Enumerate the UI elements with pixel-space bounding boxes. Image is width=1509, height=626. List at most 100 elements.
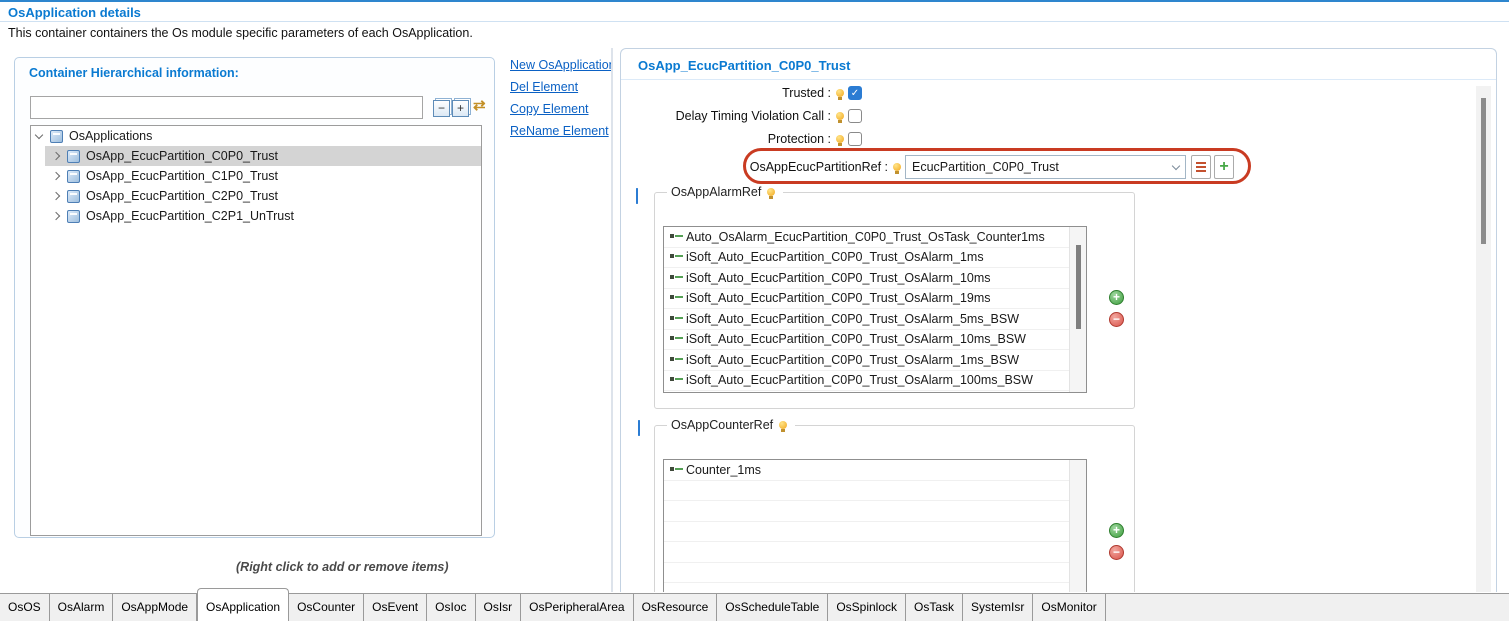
tab-osperipheralarea[interactable]: OsPeripheralArea <box>521 594 633 621</box>
rename-element-link[interactable]: ReName Element <box>510 124 611 139</box>
collapse-all-button[interactable]: − <box>433 100 450 117</box>
tab-osappmode[interactable]: OsAppMode <box>113 594 197 621</box>
tab-osspinlock[interactable]: OsSpinlock <box>828 594 906 621</box>
container-icon <box>67 190 80 203</box>
reference-item-icon <box>670 232 683 242</box>
tree-node-osapp-c0p0[interactable]: OsApp_EcucPartition_C0P0_Trust <box>45 146 481 166</box>
tree-filter-input[interactable] <box>30 96 423 119</box>
list-scrollbar[interactable] <box>1069 227 1086 392</box>
tab-osisr[interactable]: OsIsr <box>476 594 522 621</box>
container-icon <box>67 150 80 163</box>
reference-item-icon <box>670 252 683 262</box>
tree-node-osapp-c1p0[interactable]: OsApp_EcucPartition_C1P0_Trust <box>45 166 481 186</box>
list-item[interactable]: iSoft_Auto_EcucPartition_C0P0_Trust_OsAl… <box>664 309 1069 330</box>
del-element-link[interactable]: Del Element <box>510 80 611 95</box>
counter-ref-list: Counter_1ms <box>663 459 1087 592</box>
list-row-empty <box>664 542 1069 563</box>
alarm-add-button[interactable]: + <box>1109 290 1124 305</box>
list-scrollbar[interactable] <box>1069 460 1086 592</box>
protection-checkbox[interactable] <box>848 132 862 146</box>
container-hierarchy-panel: Container Hierarchical information: − + … <box>14 57 495 538</box>
tree-node-osapp-c2p0[interactable]: OsApp_EcucPartition_C2P0_Trust <box>45 186 481 206</box>
parameter-bulb-icon <box>836 89 844 97</box>
tree-node-label: OsApp_EcucPartition_C2P0_Trust <box>86 189 278 203</box>
chevron-right-icon[interactable] <box>52 212 60 220</box>
panel-splitter[interactable] <box>611 48 613 592</box>
protection-row: Protection : <box>621 131 862 147</box>
list-row-empty <box>664 501 1069 522</box>
delay-timing-checkbox[interactable] <box>848 109 862 123</box>
right-click-hint: (Right click to add or remove items) <box>236 560 449 574</box>
list-row-empty <box>664 522 1069 543</box>
list-item[interactable]: iSoft_Auto_EcucPartition_C0P0_Trust_OsAl… <box>664 350 1069 371</box>
tab-ostask[interactable]: OsTask <box>906 594 963 621</box>
alarm-ref-checkbox[interactable] <box>636 188 638 204</box>
sync-icon[interactable]: ⇄ <box>473 96 486 114</box>
tab-osscheduletable[interactable]: OsScheduleTable <box>717 594 828 621</box>
add-reference-button[interactable]: + <box>1214 155 1234 179</box>
tab-oscounter[interactable]: OsCounter <box>289 594 364 621</box>
container-icon <box>67 210 80 223</box>
reference-item-icon <box>670 314 683 324</box>
hierarchy-panel-title: Container Hierarchical information: <box>29 66 239 80</box>
counter-ref-checkbox[interactable] <box>638 420 640 436</box>
scrollbar-thumb[interactable] <box>1076 245 1081 329</box>
top-accent-line <box>0 0 1509 2</box>
list-icon <box>1196 162 1206 172</box>
counter-add-button[interactable]: + <box>1109 523 1124 538</box>
parameter-bulb-icon <box>836 135 844 143</box>
chevron-down-icon[interactable] <box>35 130 43 138</box>
container-icon <box>67 170 80 183</box>
tab-osevent[interactable]: OsEvent <box>364 594 427 621</box>
module-tab-bar: OsOS OsAlarm OsAppMode OsApplication OsC… <box>0 588 1509 621</box>
tab-osmonitor[interactable]: OsMonitor <box>1033 594 1105 621</box>
partition-ref-value: EcucPartition_C0P0_Trust <box>912 160 1173 174</box>
page-title: OsApplication details <box>8 5 141 20</box>
parameter-bulb-icon <box>836 112 844 120</box>
action-links: New OsApplication Del Element Copy Eleme… <box>510 58 611 178</box>
scrollbar-thumb[interactable] <box>1481 98 1486 244</box>
alarm-ref-list: Auto_OsAlarm_EcucPartition_C0P0_Trust_Os… <box>663 226 1087 393</box>
trusted-checkbox[interactable] <box>848 86 862 100</box>
list-item[interactable]: iSoft_Auto_EcucPartition_C0P0_Trust_OsAl… <box>664 268 1069 289</box>
reference-item-icon <box>670 375 683 385</box>
tab-osresource[interactable]: OsResource <box>634 594 718 621</box>
tab-osos[interactable]: OsOS <box>0 594 50 621</box>
choose-reference-button[interactable] <box>1191 155 1211 179</box>
alarm-remove-button[interactable]: − <box>1109 312 1124 327</box>
reference-item-icon <box>670 355 683 365</box>
copy-element-link[interactable]: Copy Element <box>510 102 611 117</box>
list-item[interactable]: Auto_OsAlarm_EcucPartition_C0P0_Trust_Os… <box>664 227 1069 248</box>
list-item[interactable]: Counter_1ms <box>664 460 1069 481</box>
tab-osalarm[interactable]: OsAlarm <box>50 594 114 621</box>
tree-node-osapplications[interactable]: OsApplications <box>31 126 481 146</box>
list-item[interactable]: iSoft_Auto_EcucPartition_C0P0_Trust_OsAl… <box>664 371 1069 392</box>
reference-item-icon <box>670 465 683 475</box>
chevron-right-icon[interactable] <box>52 192 60 200</box>
trusted-row: Trusted : <box>621 85 862 101</box>
parameter-bulb-icon <box>893 163 901 171</box>
partition-ref-combobox[interactable]: EcucPartition_C0P0_Trust <box>905 155 1186 179</box>
new-osapplication-link[interactable]: New OsApplication <box>510 58 611 73</box>
chevron-right-icon[interactable] <box>52 172 60 180</box>
list-row-empty <box>664 563 1069 584</box>
tree-node-label: OsApp_EcucPartition_C2P1_UnTrust <box>86 209 294 223</box>
protection-label: Protection : <box>621 132 834 146</box>
expand-all-button[interactable]: + <box>452 100 469 117</box>
tab-osapplication[interactable]: OsApplication <box>197 588 289 621</box>
list-item[interactable]: iSoft_Auto_EcucPartition_C0P0_Trust_OsAl… <box>664 330 1069 351</box>
tab-systemisr[interactable]: SystemIsr <box>963 594 1033 621</box>
chevron-right-icon[interactable] <box>52 152 60 160</box>
list-item[interactable]: iSoft_Auto_EcucPartition_C0P0_Trust_OsAl… <box>664 248 1069 269</box>
selected-container-title: OsApp_EcucPartition_C0P0_Trust <box>638 58 850 73</box>
parameter-bulb-icon <box>779 421 787 429</box>
alarm-ref-legend: OsAppAlarmRef <box>667 185 783 199</box>
tab-osioc[interactable]: OsIoc <box>427 594 475 621</box>
tree-node-osapp-c2p1[interactable]: OsApp_EcucPartition_C2P1_UnTrust <box>45 206 481 226</box>
list-item[interactable]: iSoft_Auto_EcucPartition_C0P0_Trust_OsAl… <box>664 289 1069 310</box>
panel-title-separator <box>621 79 1496 80</box>
counter-remove-button[interactable]: − <box>1109 545 1124 560</box>
panel-scrollbar[interactable] <box>1476 86 1491 592</box>
parameter-bulb-icon <box>767 188 775 196</box>
counter-ref-legend: OsAppCounterRef <box>667 418 795 432</box>
